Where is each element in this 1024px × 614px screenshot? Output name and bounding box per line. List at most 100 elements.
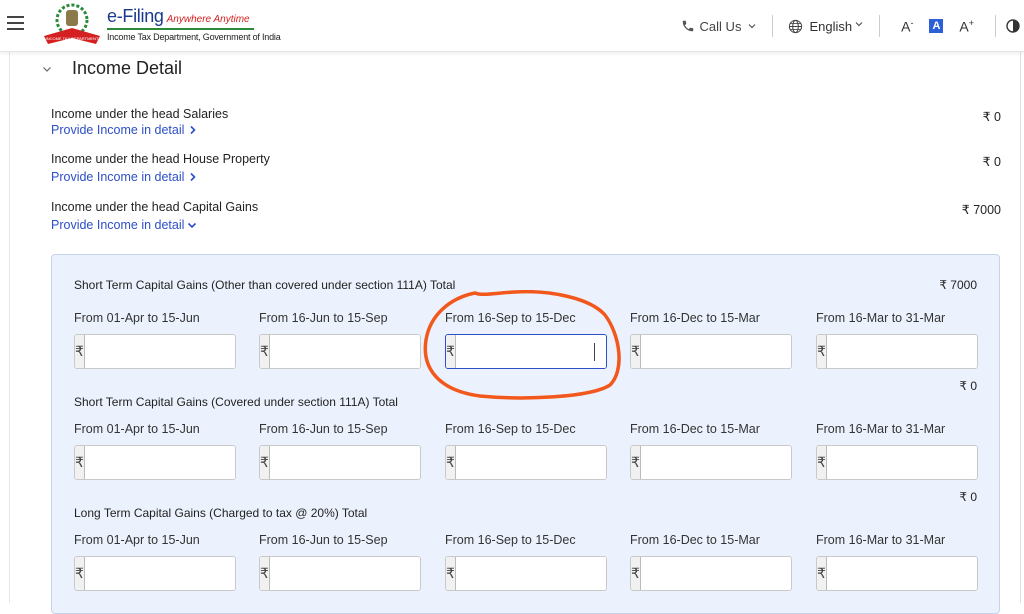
divider [995,15,996,37]
field-label: From 16-Dec to 15-Mar [630,311,760,325]
group-total: ₹ 7000 [939,278,977,292]
field-label: From 16-Mar to 31-Mar [816,422,946,436]
amount-input-group: ₹ [259,556,421,591]
amount-input-group: ₹ [259,334,421,369]
section-title: Income Detail [72,58,183,78]
field-label: From 16-Mar to 31-Mar [816,533,946,547]
amount-input[interactable] [826,557,977,590]
chevron-right-icon [190,125,197,135]
capital-gains-panel: Short Term Capital Gains (Other than cov… [51,254,1000,614]
rupee-icon: ₹ [631,557,641,590]
chevron-down-icon [855,22,863,27]
provide-income-link[interactable]: Provide Income in detail [51,123,198,137]
field-label: From 16-Sep to 15-Dec [445,533,576,547]
amount-input-group: ₹ [259,445,421,480]
chevron-down-icon [188,222,197,229]
field-label: From 16-Jun to 15-Sep [259,311,388,325]
field-label: From 16-Dec to 15-Mar [630,422,760,436]
group-title: Short Term Capital Gains (Other than cov… [74,278,456,292]
amount-input[interactable] [269,557,420,590]
rupee-icon: ₹ [260,446,270,479]
amount-input-group: ₹ [445,445,607,480]
language-label: English [809,18,853,34]
field-label: From 16-Dec to 15-Mar [630,533,760,547]
amount-input[interactable] [84,335,235,368]
amount-input[interactable] [640,557,791,590]
amount-input[interactable] [84,557,235,590]
call-us-dropdown[interactable]: Call Us [681,19,758,34]
rupee-icon: ₹ [446,446,456,479]
divider [879,15,881,37]
rupee-icon: ₹ [817,446,827,479]
amount-input[interactable] [826,335,977,368]
menu-icon[interactable] [7,16,24,30]
svg-text:INCOME TAX DEPARTMENT: INCOME TAX DEPARTMENT [46,36,99,41]
top-header: INCOME TAX DEPARTMENT e-Filing Anywhere A… [0,0,1024,52]
amount-input-group: ₹ [445,556,607,591]
language-dropdown[interactable]: English [788,19,864,34]
period-field: From 01-Apr to 15-Jun ₹ [74,422,236,480]
phone-icon [682,20,693,32]
group-total: ₹ 0 [959,379,977,393]
font-decrease-button[interactable]: A- [901,18,913,35]
link-text: Provide Income in detail [51,170,185,184]
period-field: From 16-Mar to 31-Mar ₹ [816,422,978,480]
amount-input-group: ₹ [816,334,978,369]
provide-income-link[interactable]: Provide Income in detail [51,170,198,184]
period-field: From 16-Jun to 15-Sep ₹ [259,422,421,480]
right-border [1020,52,1021,603]
emblem-logo[interactable]: INCOME TAX DEPARTMENT [42,2,102,46]
call-us-label: Call Us [699,18,742,34]
amount-input[interactable] [269,446,420,479]
field-label: From 16-Sep to 15-Dec [445,422,576,436]
amount-input-group: ₹ [816,445,978,480]
amount-input[interactable] [455,557,606,590]
rupee-icon: ₹ [817,335,827,368]
income-label: Income under the head House Property [51,152,270,166]
amount-input-group: ₹ [630,334,792,369]
font-default-button[interactable]: A [929,19,944,33]
group-total: ₹ 0 [959,490,977,504]
amount-input-group: ₹ [74,445,236,480]
income-amount: ₹ 7000 [961,203,1001,217]
amount-input[interactable] [269,335,420,368]
amount-input[interactable] [640,335,791,368]
period-field: From 16-Dec to 15-Mar ₹ [630,422,792,480]
field-label: From 01-Apr to 15-Jun [74,533,200,547]
amount-input[interactable] [455,335,606,368]
collapse-chevron-icon[interactable] [42,64,52,74]
field-label: From 16-Jun to 15-Sep [259,533,388,547]
field-label: From 16-Sep to 15-Dec [445,311,576,325]
brand-underline [107,28,254,30]
rupee-icon: ₹ [75,557,85,590]
divider [772,15,774,37]
amount-input-group: ₹ [74,334,236,369]
field-label: From 01-Apr to 15-Jun [74,311,200,325]
period-field: From 16-Mar to 31-Mar ₹ [816,311,978,369]
period-field: From 01-Apr to 15-Jun ₹ [74,533,236,591]
font-increase-button[interactable]: A+ [959,18,974,35]
rupee-icon: ₹ [631,446,641,479]
brand[interactable]: e-Filing Anywhere Anytime Income Tax Depa… [107,6,281,42]
amount-input[interactable] [826,446,977,479]
rupee-icon: ₹ [817,557,827,590]
link-text: Provide Income in detail [51,123,185,137]
contrast-icon[interactable] [1006,19,1020,33]
period-field: From 16-Jun to 15-Sep ₹ [259,311,421,369]
rupee-icon: ₹ [75,446,85,479]
provide-income-link[interactable]: Provide Income in detail [51,218,197,232]
rupee-icon: ₹ [260,335,270,368]
amount-input-group: ₹ [630,445,792,480]
brand-name: e-Filing [107,6,164,26]
amount-input[interactable] [640,446,791,479]
field-label: From 01-Apr to 15-Jun [74,422,200,436]
income-row-capital-gains: Income under the head Capital Gains Prov… [51,200,1001,234]
amount-input[interactable] [84,446,235,479]
brand-subtitle: Income Tax Department, Government of Ind… [107,32,281,42]
income-label: Income under the head Salaries [51,107,229,121]
font-increase-label: A [959,18,969,35]
income-label: Income under the head Capital Gains [51,200,259,214]
link-text: Provide Income in detail [51,218,185,232]
rupee-icon: ₹ [446,557,456,590]
amount-input[interactable] [455,446,606,479]
